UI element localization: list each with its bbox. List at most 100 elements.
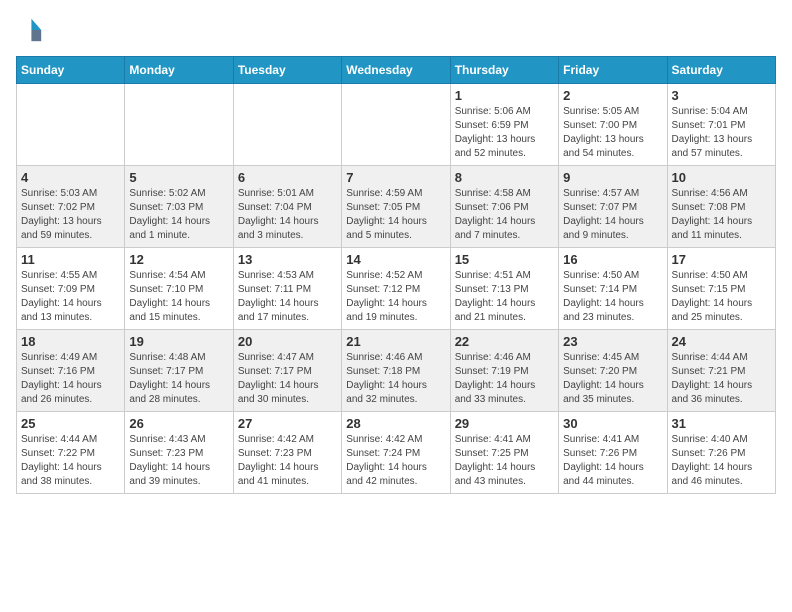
calendar-cell: 6Sunrise: 5:01 AM Sunset: 7:04 PM Daylig…	[233, 166, 341, 248]
day-number: 18	[21, 334, 120, 349]
day-info: Sunrise: 5:03 AM Sunset: 7:02 PM Dayligh…	[21, 187, 120, 243]
day-info: Sunrise: 4:50 AM Sunset: 7:14 PM Dayligh…	[563, 269, 662, 325]
page-header	[16, 16, 776, 44]
day-number: 24	[672, 334, 771, 349]
day-info: Sunrise: 4:44 AM Sunset: 7:21 PM Dayligh…	[672, 351, 771, 407]
calendar-cell: 29 Sunrise: 4:41 AM Sunset: 7:25 PM Dayli…	[450, 412, 558, 494]
calendar-cell: 1 Sunrise: 5:06 AM Sunset: 6:59 PM Daylig…	[450, 84, 558, 166]
day-info: Sunrise: 5:02 AM Sunset: 7:03 PM Dayligh…	[129, 187, 228, 243]
calendar-cell: 28 Sunrise: 4:42 AM Sunset: 7:24 PM Dayli…	[342, 412, 450, 494]
day-info: Sunrise: 4:58 AM Sunset: 7:06 PM Dayligh…	[455, 187, 554, 243]
day-info: Sunrise: 4:54 AM Sunset: 7:10 PM Dayligh…	[129, 269, 228, 325]
day-info: Sunrise: 4:41 AM Sunset: 7:25 PM Dayligh…	[455, 433, 554, 489]
calendar-cell: 17 Sunrise: 4:50 AM Sunset: 7:15 PM Dayli…	[667, 248, 775, 330]
calendar-cell: 26 Sunrise: 4:43 AM Sunset: 7:23 PM Dayli…	[125, 412, 233, 494]
weekday-header-tuesday: Tuesday	[233, 57, 341, 84]
weekday-header-saturday: Saturday	[667, 57, 775, 84]
day-number: 31	[672, 416, 771, 431]
calendar-cell: 22 Sunrise: 4:46 AM Sunset: 7:19 PM Dayli…	[450, 330, 558, 412]
calendar-cell: 21 Sunrise: 4:46 AM Sunset: 7:18 PM Dayli…	[342, 330, 450, 412]
day-number: 17	[672, 252, 771, 267]
day-info: Sunrise: 4:52 AM Sunset: 7:12 PM Dayligh…	[346, 269, 445, 325]
calendar-cell: 25 Sunrise: 4:44 AM Sunset: 7:22 PM Dayli…	[17, 412, 125, 494]
day-info: Sunrise: 4:40 AM Sunset: 7:26 PM Dayligh…	[672, 433, 771, 489]
calendar-cell: 20 Sunrise: 4:47 AM Sunset: 7:17 PM Dayli…	[233, 330, 341, 412]
day-number: 23	[563, 334, 662, 349]
day-info: Sunrise: 4:45 AM Sunset: 7:20 PM Dayligh…	[563, 351, 662, 407]
calendar-cell: 27 Sunrise: 4:42 AM Sunset: 7:23 PM Dayli…	[233, 412, 341, 494]
calendar-cell: 19 Sunrise: 4:48 AM Sunset: 7:17 PM Dayli…	[125, 330, 233, 412]
day-info: Sunrise: 4:50 AM Sunset: 7:15 PM Dayligh…	[672, 269, 771, 325]
day-info: Sunrise: 4:44 AM Sunset: 7:22 PM Dayligh…	[21, 433, 120, 489]
calendar-cell: 2Sunrise: 5:05 AM Sunset: 7:00 PM Daylig…	[559, 84, 667, 166]
calendar-cell: 4 Sunrise: 5:03 AM Sunset: 7:02 PM Daylig…	[17, 166, 125, 248]
day-info: Sunrise: 4:47 AM Sunset: 7:17 PM Dayligh…	[238, 351, 337, 407]
day-info: Sunrise: 4:42 AM Sunset: 7:23 PM Dayligh…	[238, 433, 337, 489]
calendar-cell	[233, 84, 341, 166]
day-number: 4	[21, 170, 120, 185]
day-number: 1	[455, 88, 554, 103]
day-number: 11	[21, 252, 120, 267]
day-info: Sunrise: 4:48 AM Sunset: 7:17 PM Dayligh…	[129, 351, 228, 407]
day-number: 5	[129, 170, 228, 185]
day-number: 22	[455, 334, 554, 349]
day-number: 29	[455, 416, 554, 431]
day-info: Sunrise: 4:41 AM Sunset: 7:26 PM Dayligh…	[563, 433, 662, 489]
calendar-cell: 7 Sunrise: 4:59 AM Sunset: 7:05 PM Daylig…	[342, 166, 450, 248]
calendar-cell: 5 Sunrise: 5:02 AM Sunset: 7:03 PM Daylig…	[125, 166, 233, 248]
day-number: 15	[455, 252, 554, 267]
calendar-cell	[125, 84, 233, 166]
day-info: Sunrise: 4:57 AM Sunset: 7:07 PM Dayligh…	[563, 187, 662, 243]
logo-icon	[16, 16, 44, 44]
day-number: 19	[129, 334, 228, 349]
day-info: Sunrise: 4:43 AM Sunset: 7:23 PM Dayligh…	[129, 433, 228, 489]
day-number: 21	[346, 334, 445, 349]
calendar-cell: 16 Sunrise: 4:50 AM Sunset: 7:14 PM Dayli…	[559, 248, 667, 330]
calendar-cell: 18 Sunrise: 4:49 AM Sunset: 7:16 PM Dayli…	[17, 330, 125, 412]
weekday-header-friday: Friday	[559, 57, 667, 84]
calendar-cell: 31 Sunrise: 4:40 AM Sunset: 7:26 PM Dayli…	[667, 412, 775, 494]
calendar-cell	[342, 84, 450, 166]
day-info: Sunrise: 4:55 AM Sunset: 7:09 PM Dayligh…	[21, 269, 120, 325]
day-number: 8	[455, 170, 554, 185]
calendar-cell: 9 Sunrise: 4:57 AM Sunset: 7:07 PM Daylig…	[559, 166, 667, 248]
day-number: 10	[672, 170, 771, 185]
day-info: Sunrise: 4:56 AM Sunset: 7:08 PM Dayligh…	[672, 187, 771, 243]
calendar-cell: 8 Sunrise: 4:58 AM Sunset: 7:06 PM Daylig…	[450, 166, 558, 248]
calendar-cell: 30 Sunrise: 4:41 AM Sunset: 7:26 PM Dayli…	[559, 412, 667, 494]
day-number: 14	[346, 252, 445, 267]
day-number: 6	[238, 170, 337, 185]
day-number: 9	[563, 170, 662, 185]
day-info: Sunrise: 5:06 AM Sunset: 6:59 PM Dayligh…	[455, 105, 554, 161]
weekday-header-sunday: Sunday	[17, 57, 125, 84]
day-number: 7	[346, 170, 445, 185]
weekday-header-wednesday: Wednesday	[342, 57, 450, 84]
day-number: 28	[346, 416, 445, 431]
calendar-table: SundayMondayTuesdayWednesdayThursdayFrid…	[16, 56, 776, 494]
calendar-cell: 15 Sunrise: 4:51 AM Sunset: 7:13 PM Dayli…	[450, 248, 558, 330]
calendar-cell: 13Sunrise: 4:53 AM Sunset: 7:11 PM Dayli…	[233, 248, 341, 330]
day-number: 27	[238, 416, 337, 431]
calendar-cell: 10 Sunrise: 4:56 AM Sunset: 7:08 PM Dayli…	[667, 166, 775, 248]
calendar-cell: 24 Sunrise: 4:44 AM Sunset: 7:21 PM Dayli…	[667, 330, 775, 412]
day-info: Sunrise: 4:51 AM Sunset: 7:13 PM Dayligh…	[455, 269, 554, 325]
day-number: 26	[129, 416, 228, 431]
day-number: 25	[21, 416, 120, 431]
day-info: Sunrise: 4:46 AM Sunset: 7:19 PM Dayligh…	[455, 351, 554, 407]
weekday-header-thursday: Thursday	[450, 57, 558, 84]
calendar-cell	[17, 84, 125, 166]
day-info: Sunrise: 4:42 AM Sunset: 7:24 PM Dayligh…	[346, 433, 445, 489]
weekday-header-monday: Monday	[125, 57, 233, 84]
day-number: 30	[563, 416, 662, 431]
day-info: Sunrise: 5:04 AM Sunset: 7:01 PM Dayligh…	[672, 105, 771, 161]
day-info: Sunrise: 5:05 AM Sunset: 7:00 PM Dayligh…	[563, 105, 662, 161]
day-number: 20	[238, 334, 337, 349]
day-info: Sunrise: 4:46 AM Sunset: 7:18 PM Dayligh…	[346, 351, 445, 407]
logo	[16, 16, 48, 44]
calendar-cell: 12 Sunrise: 4:54 AM Sunset: 7:10 PM Dayli…	[125, 248, 233, 330]
day-number: 16	[563, 252, 662, 267]
day-info: Sunrise: 4:59 AM Sunset: 7:05 PM Dayligh…	[346, 187, 445, 243]
day-info: Sunrise: 4:49 AM Sunset: 7:16 PM Dayligh…	[21, 351, 120, 407]
calendar-cell: 23 Sunrise: 4:45 AM Sunset: 7:20 PM Dayli…	[559, 330, 667, 412]
day-number: 12	[129, 252, 228, 267]
